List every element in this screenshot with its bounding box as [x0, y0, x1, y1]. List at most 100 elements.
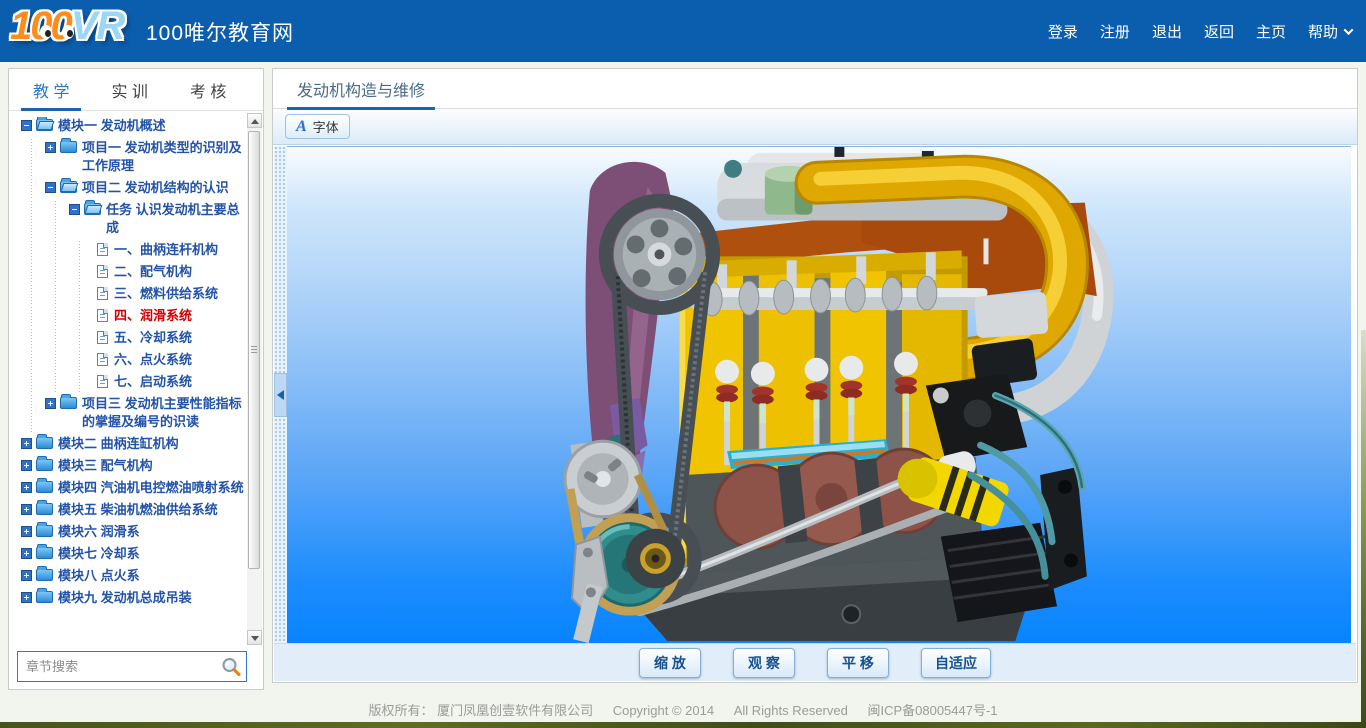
- expand-icon[interactable]: [21, 592, 32, 603]
- tree-item-fuel-supply[interactable]: 三、燃料供给系统: [15, 285, 245, 304]
- logo-eye-icon: [40, 25, 52, 39]
- tab-engine-course[interactable]: 发动机构造与维修: [291, 69, 431, 109]
- tree-item-module4[interactable]: 模块四 汽油机电控燃油喷射系统: [15, 479, 245, 498]
- nav-logout[interactable]: 退出: [1152, 21, 1182, 42]
- tab-assessment[interactable]: 考 核: [186, 69, 230, 110]
- tree-item-project2[interactable]: 项目二 发动机结构的认识: [15, 179, 245, 198]
- sidebar-tabs: 教 学 实 训 考 核: [9, 69, 263, 111]
- expand-icon[interactable]: [21, 504, 32, 515]
- tree-item-module8[interactable]: 模块八 点火系: [15, 567, 245, 586]
- tree-item-cooling[interactable]: 五、冷却系统: [15, 329, 245, 348]
- nav-back[interactable]: 返回: [1204, 21, 1234, 42]
- viewer-region: [274, 146, 1356, 643]
- expand-icon[interactable]: [45, 142, 56, 153]
- nav-register[interactable]: 注册: [1100, 21, 1130, 42]
- font-button[interactable]: A 字体: [285, 114, 350, 139]
- 3d-viewer-canvas[interactable]: [287, 146, 1351, 643]
- content-tabbar: 发动机构造与维修: [273, 69, 1357, 109]
- tree-item-module7[interactable]: 模块七 冷却系: [15, 545, 245, 564]
- expand-icon[interactable]: [21, 482, 32, 493]
- expand-icon[interactable]: [21, 526, 32, 537]
- folder-icon: [60, 141, 77, 153]
- tree-item-module2[interactable]: 模块二 曲柄连缸机构: [15, 435, 245, 454]
- tree-item-crank-rod[interactable]: 一、曲柄连杆机构: [15, 241, 245, 260]
- chapter-search: [17, 651, 247, 682]
- tree-item-ignition[interactable]: 六、点火系统: [15, 351, 245, 370]
- logo-vr-text: VR: [71, 4, 125, 48]
- document-icon: [97, 375, 108, 388]
- right-edge-background: [1361, 330, 1366, 722]
- document-icon: [97, 243, 108, 256]
- folder-open-icon: [60, 181, 77, 193]
- footer-owner: 版权所有： 厦门凤凰创壹软件有限公司: [368, 703, 593, 718]
- page: 100VR 100唯尔教育网 登录 注册 退出 返回 主页 帮助 教 学 实 训…: [0, 0, 1366, 728]
- folder-icon: [36, 547, 53, 559]
- tree-scrollbar[interactable]: [247, 113, 262, 645]
- chapter-tree: 模块一 发动机概述 项目一 发动机类型的识别及工作原理 项目二 发动机结构的认识…: [9, 117, 245, 645]
- tree-item-valvetrain[interactable]: 二、配气机构: [15, 263, 245, 282]
- pan-button[interactable]: 平 移: [827, 648, 889, 678]
- tab-teaching[interactable]: 教 学: [29, 69, 73, 110]
- expand-icon[interactable]: [45, 398, 56, 409]
- font-icon: A: [296, 119, 307, 135]
- expand-icon[interactable]: [21, 460, 32, 471]
- nav-login[interactable]: 登录: [1048, 21, 1078, 42]
- site-title: 100唯尔教育网: [146, 17, 294, 47]
- folder-icon: [60, 397, 77, 409]
- content-panel: 发动机构造与维修 A 字体: [272, 68, 1358, 683]
- scrollbar-thumb[interactable]: [248, 131, 260, 569]
- tree-item-task[interactable]: 任务 认识发动机主要总成: [15, 201, 245, 238]
- chevron-down-icon: [1344, 25, 1354, 35]
- tree-item-module5[interactable]: 模块五 柴油机燃油供给系统: [15, 501, 245, 520]
- panel-splitter[interactable]: [274, 146, 287, 643]
- folder-icon: [36, 459, 53, 471]
- collapse-handle-icon[interactable]: [274, 373, 287, 417]
- folder-icon: [36, 569, 53, 581]
- tree-item-lubrication-selected[interactable]: 四、润滑系统: [15, 307, 245, 326]
- tab-training[interactable]: 实 训: [107, 69, 151, 110]
- collapse-icon[interactable]: [21, 120, 32, 131]
- footer-rights: All Rights Reserved: [734, 703, 848, 718]
- nav-home[interactable]: 主页: [1256, 21, 1286, 42]
- scroll-up-arrow[interactable]: [247, 113, 262, 128]
- tree-item-starting[interactable]: 七、启动系统: [15, 373, 245, 392]
- folder-icon: [36, 591, 53, 603]
- viewer-controls: 缩 放 观 察 平 移 自适应: [274, 643, 1356, 681]
- footer-icp: 闽ICP备08005447号-1: [867, 703, 997, 718]
- expand-icon[interactable]: [21, 570, 32, 581]
- folder-icon: [36, 525, 53, 537]
- tree-item-module9[interactable]: 模块九 发动机总成吊装: [15, 589, 245, 608]
- tree-item-module6[interactable]: 模块六 润滑系: [15, 523, 245, 542]
- mount-bracket: [572, 537, 608, 643]
- folder-icon: [36, 481, 53, 493]
- bottom-ground-strip: [0, 722, 1366, 728]
- tree-item-module3[interactable]: 模块三 配气机构: [15, 457, 245, 476]
- search-input[interactable]: [18, 659, 220, 674]
- logo-eye-icon: [62, 25, 74, 39]
- document-icon: [97, 287, 108, 300]
- copyright-footer: 版权所有： 厦门凤凰创壹软件有限公司 Copyright © 2014 All …: [0, 700, 1366, 719]
- tree-item-project1[interactable]: 项目一 发动机类型的识别及工作原理: [15, 139, 245, 176]
- document-icon: [97, 309, 108, 322]
- collapse-icon[interactable]: [69, 204, 80, 215]
- tree-item-project3[interactable]: 项目三 发动机主要性能指标的掌握及编号的识读: [15, 395, 245, 432]
- search-icon[interactable]: [220, 656, 242, 678]
- zoom-button[interactable]: 缩 放: [639, 648, 701, 678]
- folder-open-icon: [36, 119, 53, 131]
- tree-item-module1[interactable]: 模块一 发动机概述: [15, 117, 245, 136]
- collapse-icon[interactable]: [45, 182, 56, 193]
- document-icon: [97, 265, 108, 278]
- viewer-toolbar: A 字体: [273, 109, 1357, 145]
- scroll-down-arrow[interactable]: [247, 630, 262, 645]
- folder-open-icon: [84, 203, 101, 215]
- expand-icon[interactable]: [21, 548, 32, 559]
- observe-button[interactable]: 观 察: [733, 648, 795, 678]
- document-icon: [97, 353, 108, 366]
- fit-button[interactable]: 自适应: [921, 648, 991, 678]
- top-nav: 登录 注册 退出 返回 主页 帮助: [1048, 0, 1352, 62]
- expand-icon[interactable]: [21, 438, 32, 449]
- nav-help[interactable]: 帮助: [1308, 21, 1352, 42]
- engine-model: [287, 147, 1351, 643]
- site-logo[interactable]: 100VR: [10, 4, 138, 58]
- folder-icon: [36, 503, 53, 515]
